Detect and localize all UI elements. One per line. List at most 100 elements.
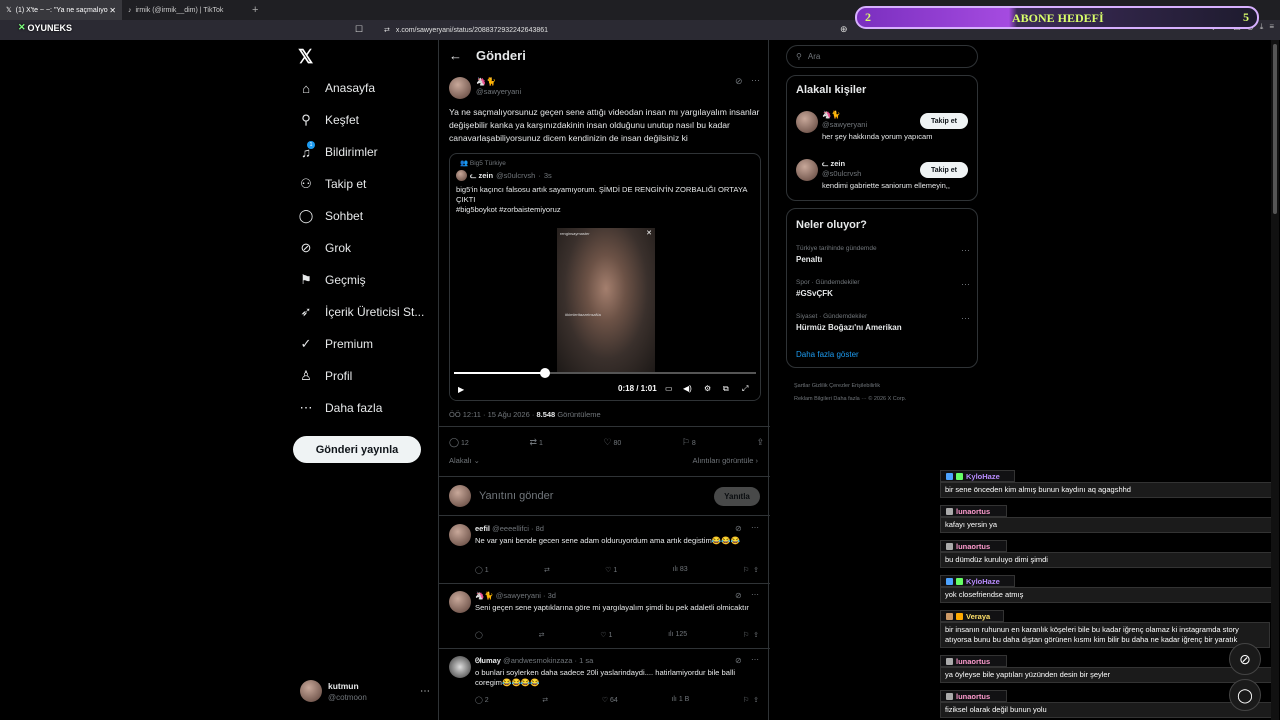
- nav-more[interactable]: ⋯ Daha fazla: [298, 400, 383, 416]
- post-time[interactable]: ÖÖ 12:11 · 15 Ağu 2026: [449, 410, 530, 419]
- menu-icon[interactable]: ≡: [1269, 22, 1274, 32]
- reply-time: 1 sa: [579, 656, 594, 665]
- more-icon[interactable]: ⋯: [420, 686, 430, 697]
- grok-icon[interactable]: ⊘: [735, 591, 742, 600]
- reply-item[interactable]: eefil @eeeellifci · 8d Ne var yani bende…: [439, 518, 770, 584]
- grok-fab-icon[interactable]: ⊘: [1229, 643, 1261, 675]
- play-icon[interactable]: ▶: [458, 385, 464, 394]
- nav-history[interactable]: ⚑ Geçmiş: [298, 272, 366, 288]
- download-icon[interactable]: ⤓: [1260, 22, 1264, 32]
- like-button[interactable]: ♡ 1: [605, 566, 617, 574]
- account-switcher[interactable]: kutmun @cotmoon ⋯: [300, 680, 430, 702]
- reply-button[interactable]: ◯ 1: [475, 566, 489, 574]
- close-tab-icon[interactable]: ✕: [109, 6, 116, 15]
- reply-input[interactable]: Yanıtını gönder: [479, 490, 706, 502]
- trend-item[interactable]: Türkiye tarihinde gündemde Penaltı ⋯: [796, 245, 970, 264]
- nav-follow[interactable]: ⚇ Takip et: [298, 176, 366, 192]
- related-filter[interactable]: Alakalı ⌄: [449, 456, 480, 465]
- x-logo-icon[interactable]: 𝕏: [298, 46, 313, 69]
- url-field[interactable]: ⇄ x.com/sawyeryani/status/208837293224264…: [384, 23, 834, 37]
- bookmark-share-icons[interactable]: ⚐ ⇪: [743, 696, 759, 704]
- follow-button[interactable]: Takip et: [920, 162, 968, 178]
- reply-button[interactable]: ◯ 2: [475, 696, 489, 704]
- footer-links[interactable]: Şartlar Gizlilik Çerezler Erişilebilirli…: [794, 380, 974, 406]
- browser-tab-tiktok[interactable]: ♪ irmik (@irmik__dim) | TikTok: [122, 0, 244, 20]
- reply-submit-button[interactable]: Yanıtla: [714, 486, 760, 506]
- bookmark-button[interactable]: ⚐ 8: [682, 437, 696, 448]
- more-icon[interactable]: ⋯: [961, 279, 970, 290]
- more-icon[interactable]: ⋯: [961, 245, 970, 256]
- nav-notifications[interactable]: ♫ 1 Bildirimler: [298, 141, 378, 160]
- more-icon[interactable]: ⋯: [751, 590, 759, 599]
- view-quotes-link[interactable]: Alıntıları görüntüle ›: [693, 456, 758, 465]
- browser-tab-active[interactable]: 𝕏 (1) X'te ~ ~: "Ya ne saçmalıyo ✕: [0, 0, 122, 20]
- avatar: [449, 524, 471, 546]
- goal-target: 5: [1243, 10, 1249, 24]
- grok-icon[interactable]: ⊘: [735, 656, 742, 665]
- new-tab-icon[interactable]: +: [252, 4, 258, 16]
- reply-item[interactable]: 🦄🐈 @sawyeryani · 3d Seni geçen sene yapt…: [439, 585, 770, 649]
- nav-grok[interactable]: ⊘ Grok: [298, 240, 351, 256]
- nav-home[interactable]: ⌂ Anasayfa: [298, 80, 375, 96]
- settings-icon[interactable]: ⚙: [704, 384, 711, 393]
- like-button[interactable]: ♡ 64: [602, 696, 618, 704]
- video-player[interactable]: renginsaymaster ✕ #kimleritazzeinsaNa ▶ …: [450, 224, 760, 400]
- reply-handle: @andwesmokinzaza: [503, 656, 573, 665]
- trend-item[interactable]: Spor · Gündemdekiler #GSvÇFK ⋯: [796, 279, 970, 298]
- site-info-icon[interactable]: ⇄: [384, 26, 390, 34]
- grok-icon[interactable]: ⊘: [735, 524, 742, 533]
- author-info[interactable]: 🦄🐈 @sawyeryani: [476, 77, 521, 96]
- reply-item[interactable]: ᘛumay @andwesmokinzaza · 1 sa o bunlari …: [439, 650, 770, 720]
- views-button[interactable]: ılı 125: [668, 631, 687, 639]
- more-icon[interactable]: ⋯: [961, 313, 970, 324]
- back-arrow-icon[interactable]: ←: [449, 48, 462, 63]
- repost-button[interactable]: ⇄ 1: [529, 437, 542, 448]
- repost-icon[interactable]: ⇄: [544, 566, 550, 574]
- messages-fab-icon[interactable]: ◯: [1229, 679, 1261, 711]
- grok-icon[interactable]: ⊘: [735, 76, 743, 87]
- post-button[interactable]: Gönderi yayınla: [293, 436, 421, 463]
- video-progress-track[interactable]: [454, 368, 756, 378]
- more-icon[interactable]: ⋯: [751, 523, 759, 532]
- pip-icon[interactable]: ⧉: [723, 384, 729, 394]
- chat-username: lunaortus: [956, 541, 991, 551]
- fullscreen-icon[interactable]: ⤢: [742, 384, 748, 394]
- search-input[interactable]: ⚲ Ara: [786, 45, 978, 68]
- nav-profile[interactable]: ♙ Profil: [298, 368, 352, 384]
- captions-icon[interactable]: ▭: [665, 384, 673, 393]
- author-avatar[interactable]: [449, 77, 471, 99]
- nav-premium[interactable]: ✓ Premium: [298, 336, 373, 352]
- chat-message: KyloHaze yok closefriendse atmış: [940, 575, 1275, 603]
- person-info[interactable]: 🦄🐈 @sawyeryani her şey hakkında yorum ya…: [822, 110, 932, 141]
- trend-item[interactable]: Siyaset · Gündemdekiler Hürmüz Boğazı'nı …: [796, 313, 970, 332]
- bookmark-icon: ⚐: [681, 437, 690, 447]
- reply-icon[interactable]: ◯: [475, 631, 483, 639]
- nav-explore[interactable]: ⚲ Keşfet: [298, 112, 359, 128]
- quoted-tweet[interactable]: 👥 Big5 Türkiye ᓚ zein @s0ulcrvsh · 3s bi…: [449, 153, 761, 401]
- bookmark-share-icons[interactable]: ⚐ ⇪: [743, 566, 759, 574]
- volume-icon[interactable]: ◀): [683, 384, 692, 393]
- video-scrubber[interactable]: [539, 368, 550, 378]
- bookmark-share-icons[interactable]: ⚐ ⇪: [743, 631, 759, 639]
- like-button[interactable]: ♡ 1: [600, 631, 612, 639]
- like-button[interactable]: ♡ 80: [603, 437, 621, 448]
- avatar[interactable]: [796, 159, 818, 181]
- footer-line[interactable]: Reklam Bilgileri Daha fazla ··· © 2026 X…: [794, 393, 974, 406]
- bookmark-icon[interactable]: ☐: [355, 24, 363, 35]
- show-more-link[interactable]: Daha fazla göster: [796, 350, 859, 359]
- follow-button[interactable]: Takip et: [920, 113, 968, 129]
- nav-creator-studio[interactable]: ➶ İçerik Üreticisi St...: [298, 304, 425, 320]
- views-button[interactable]: ılı 1 B: [671, 696, 689, 704]
- more-icon[interactable]: ⋯: [751, 655, 759, 664]
- more-icon[interactable]: ⋯: [751, 75, 760, 86]
- views-button[interactable]: ılı 83: [673, 566, 688, 574]
- share-icon[interactable]: ⇪: [756, 437, 764, 448]
- repost-icon[interactable]: ⇄: [542, 696, 548, 704]
- zoom-icon[interactable]: ⊕: [840, 24, 848, 35]
- reply-button[interactable]: ◯ 12: [449, 437, 469, 448]
- avatar[interactable]: [796, 111, 818, 133]
- scrollbar-thumb[interactable]: [1273, 44, 1277, 214]
- footer-line[interactable]: Şartlar Gizlilik Çerezler Erişilebilirli…: [794, 380, 974, 393]
- repost-icon[interactable]: ⇄: [539, 631, 545, 639]
- nav-chat[interactable]: ◯ Sohbet: [298, 208, 363, 224]
